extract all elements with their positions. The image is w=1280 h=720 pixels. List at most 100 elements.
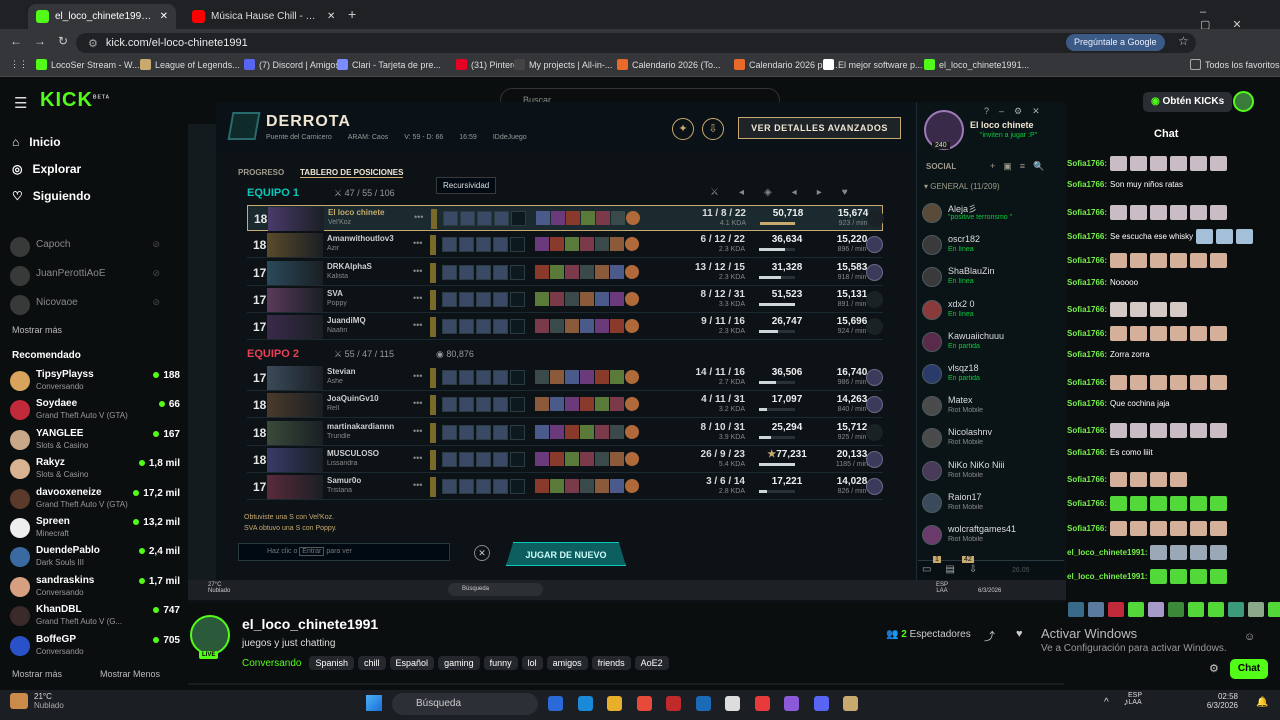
follow-icon[interactable]: ♥ (1016, 628, 1023, 640)
augment-slot[interactable] (476, 370, 491, 385)
friend-item[interactable]: NiKo NiKo Niii Riot Mobile (920, 458, 1060, 490)
bookmark-item[interactable]: Clari - Tarjeta de pre... (337, 59, 441, 70)
item-slot[interactable] (565, 397, 579, 412)
bookmark-item[interactable]: (7) Discord | Amigos (244, 59, 340, 70)
nav-buttons[interactable]: ←→↻ (10, 34, 80, 48)
taskbar-app-icon[interactable] (607, 696, 622, 711)
google-lens-button[interactable]: Pregúntale a Google (1066, 34, 1165, 51)
augment-slot[interactable] (459, 370, 474, 385)
url-field[interactable]: ⚙ kick.com/el-loco-chinete1991 (76, 33, 1196, 53)
scoreboard-row[interactable]: 17 Samur0o Tristana ••• 3 / 6 / 14 2.8 KDA 17,… (247, 474, 883, 501)
emote-icon[interactable] (1268, 602, 1280, 617)
advanced-details-button[interactable]: VER DETALLES AVANZADOS (738, 117, 901, 139)
augment-slot[interactable] (510, 424, 525, 440)
scoreboard-row[interactable]: 18 JoaQuinGv10 Rell ••• 4 / 11 / 31 3.2 KDA 17… (247, 392, 883, 419)
category-link[interactable]: Conversando (242, 658, 301, 669)
more-icon[interactable]: ••• (414, 212, 423, 222)
show-less[interactable]: Mostrar Menos (100, 669, 160, 679)
item-slot[interactable] (565, 264, 579, 279)
item-slot[interactable] (625, 264, 639, 279)
item-slot[interactable] (625, 319, 639, 334)
item-slot[interactable] (565, 237, 579, 252)
sidebar-item-explore[interactable]: ◎ Explorar (12, 162, 81, 176)
augment-slot[interactable] (476, 397, 491, 413)
tag-chip[interactable]: Spanish (309, 656, 355, 670)
item-slot[interactable] (565, 370, 579, 384)
clock[interactable]: 02:58 6/3/2026 (1200, 692, 1238, 710)
augment-slot[interactable] (442, 264, 457, 280)
augment-slot[interactable] (459, 479, 474, 495)
tag-chip[interactable]: friends (591, 656, 631, 670)
item-slot[interactable] (625, 479, 639, 494)
bookmark-item[interactable]: El mejor software p... (823, 59, 923, 70)
bookmark-item[interactable]: el_loco_chinete1991... (924, 59, 1029, 70)
friend-item[interactable]: xdx2 0 En línea (920, 297, 1060, 329)
augment-slot[interactable] (493, 479, 508, 495)
more-icon[interactable]: ••• (413, 320, 422, 330)
item-slot[interactable] (535, 370, 549, 384)
item-slot[interactable] (610, 397, 624, 412)
sidebar-item-following[interactable]: ♡ Siguiendo (12, 189, 91, 203)
recommended-channel[interactable]: YANGLEE Slots & Casino 167 (10, 428, 180, 456)
emote-icon[interactable] (1088, 602, 1104, 617)
augment-slot[interactable] (442, 424, 457, 440)
tab-scoreboard[interactable]: TABLERO DE POSICIONES (300, 168, 404, 178)
item-slot[interactable] (550, 237, 564, 252)
item-slot[interactable] (565, 291, 579, 306)
item-slot[interactable] (535, 264, 549, 279)
augment-slot[interactable] (459, 264, 474, 280)
item-slot[interactable] (580, 370, 594, 384)
taskbar-app-icon[interactable] (577, 696, 593, 711)
item-slot[interactable] (595, 424, 609, 439)
apps-icon[interactable]: ⋮⋮ (10, 59, 28, 70)
augment-slot[interactable] (510, 264, 525, 280)
item-slot[interactable] (550, 424, 564, 439)
augment-slot[interactable] (510, 237, 525, 253)
scoreboard-row[interactable]: 18 El loco chinete Vel'Koz ••• 11 / 8 / 22 4.… (247, 205, 884, 231)
augment-slot[interactable] (442, 479, 457, 495)
tag-chip[interactable]: lol (521, 656, 543, 670)
footer-icons[interactable]: ▭▤⇩ (922, 564, 991, 575)
play-again-button[interactable]: JUGAR DE NUEVO (506, 542, 626, 566)
augment-slot[interactable] (442, 397, 457, 413)
item-slot[interactable] (610, 237, 624, 252)
item-slot[interactable] (610, 264, 624, 279)
augment-slot[interactable] (510, 319, 525, 335)
site-info-icon[interactable]: ⚙ (88, 37, 98, 50)
taskbar-app-icon[interactable] (784, 696, 799, 711)
item-slot[interactable] (595, 291, 609, 306)
recommended-channel[interactable]: BoffeGP Conversando 705 (10, 634, 180, 662)
menu-icon[interactable]: ☰ (14, 94, 27, 112)
sidebar-item-home[interactable]: ⌂ Inicio (12, 135, 61, 149)
item-slot[interactable] (595, 479, 609, 494)
item-slot[interactable] (610, 424, 624, 439)
scoreboard-row[interactable]: 18 MUSCULOSO Lissandra ••• 26 / 9 / 23 5.4 KD… (247, 447, 883, 473)
item-slot[interactable] (625, 370, 639, 384)
emote-icon[interactable] (1108, 602, 1124, 617)
item-slot[interactable] (535, 451, 549, 466)
item-slot[interactable] (550, 264, 564, 279)
emote-icon[interactable] (1228, 602, 1244, 617)
more-icon[interactable]: ••• (413, 371, 422, 381)
get-kicks-button[interactable]: ◉ Obtén KICKs (1143, 92, 1233, 112)
friend-item[interactable]: vlsqz18 En partida (920, 361, 1060, 393)
recommended-channel[interactable]: sandraskins Conversando 1,7 mil (10, 575, 180, 603)
item-slot[interactable] (595, 370, 609, 384)
item-slot[interactable] (536, 211, 550, 225)
honor-badge-icon[interactable] (866, 369, 883, 386)
followed-channel[interactable]: JuanPerottiAoE ⊘ (10, 264, 180, 292)
augment-slot[interactable] (493, 451, 508, 467)
augment-slot[interactable] (493, 264, 508, 280)
augment-slot[interactable] (442, 370, 457, 385)
tag-chip[interactable]: Español (389, 656, 435, 670)
close-icon[interactable]: ✕ (474, 545, 490, 561)
item-slot[interactable] (580, 479, 594, 494)
friend-item[interactable]: Raion17 Riot Mobile (920, 490, 1060, 522)
item-slot[interactable] (535, 479, 549, 494)
notifications-icon[interactable]: 🔔 (1256, 697, 1268, 708)
taskbar-app-icon[interactable] (636, 696, 652, 711)
item-slot[interactable] (580, 319, 594, 334)
item-slot[interactable] (611, 211, 625, 225)
tab-kick[interactable]: el_loco_chinete1991 Stream✕ (28, 4, 176, 29)
item-slot[interactable] (550, 370, 564, 384)
